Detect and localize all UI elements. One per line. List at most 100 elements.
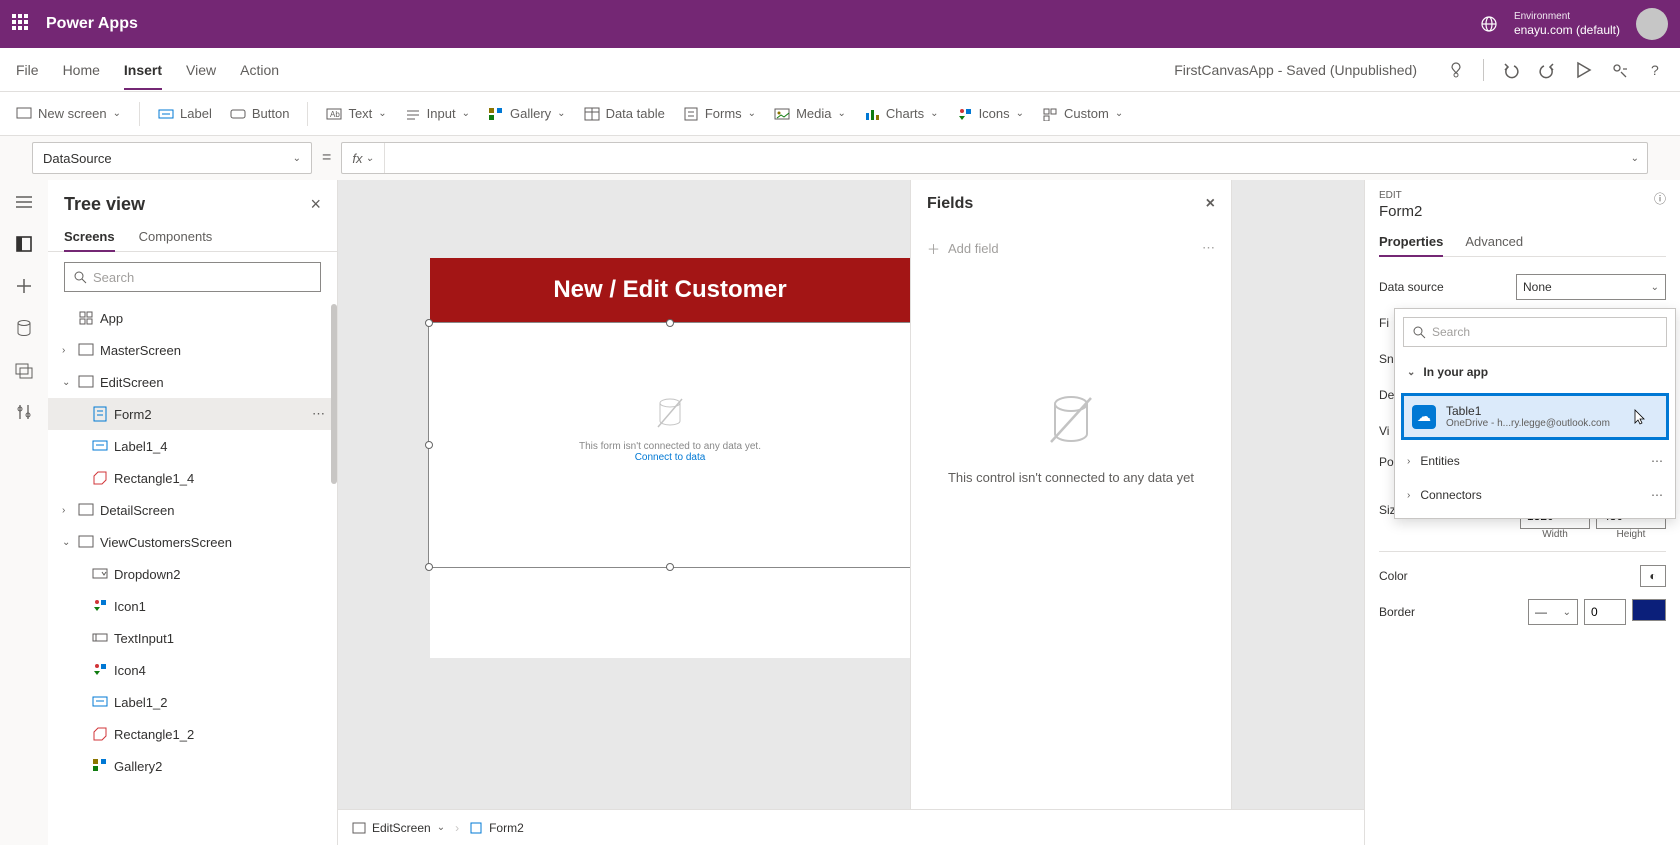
ds-section-connectors[interactable]: ›Connectors⋯ [1395,478,1675,512]
properties-panel: ⓘ EDIT Form2 Properties Advanced Data so… [1364,180,1680,845]
help-icon[interactable]: ⓘ [1654,190,1666,207]
menu-insert[interactable]: Insert [124,62,162,90]
form-connect-link[interactable]: Connect to data [429,452,911,463]
app-checker-icon[interactable] [1447,61,1465,79]
tab-components[interactable]: Components [139,223,213,251]
border-style-select[interactable]: —⌄ [1528,599,1578,625]
redo-icon[interactable] [1538,61,1556,79]
close-icon[interactable]: × [310,194,321,215]
tree-title: Tree view [64,194,310,215]
environment-name: enayu.com (default) [1514,23,1620,37]
ribbon-icons[interactable]: Icons⌄ [957,106,1024,121]
avatar[interactable] [1636,8,1668,40]
tree-item-rectangle1_4[interactable]: Rectangle1_4 [48,462,337,494]
ribbon-charts[interactable]: Charts⌄ [864,106,939,121]
tree-item-detailscreen[interactable]: ›DetailScreen [48,494,337,526]
play-icon[interactable] [1574,61,1592,79]
ribbon-data-table[interactable]: Data table [584,106,665,121]
tree-item-icon4[interactable]: Icon4 [48,654,337,686]
fx-label: fx⌄ [342,143,385,173]
tab-advanced[interactable]: Advanced [1465,228,1523,256]
border-width-input[interactable] [1584,599,1626,625]
data-icon[interactable] [14,318,34,338]
ribbon-input[interactable]: Input⌄ [405,106,470,121]
tree-item-form2[interactable]: Form2⋯ [48,398,337,430]
svg-text:Ab: Ab [330,110,340,119]
tree-item-gallery2[interactable]: Gallery2 [48,750,337,782]
formula-expand-icon[interactable]: ⌄ [1631,153,1639,164]
breadcrumb-control[interactable]: Form2 [469,821,524,835]
menu-file[interactable]: File [16,62,39,78]
database-empty-icon [650,393,690,433]
form-empty-message: This form isn't connected to any data ye… [429,441,911,452]
ribbon-label[interactable]: Label [158,106,212,121]
undo-icon[interactable] [1502,61,1520,79]
tree-search[interactable]: Search [64,262,321,292]
ds-section-in-your-app[interactable]: ⌄In your app [1395,355,1675,389]
tree-item-viewcustomersscreen[interactable]: ⌄ViewCustomersScreen [48,526,337,558]
ds-item-name: Table1 [1446,404,1610,418]
breadcrumb-screen[interactable]: EditScreen⌄ [352,821,445,835]
menu-action[interactable]: Action [240,62,279,78]
tab-screens[interactable]: Screens [64,223,115,252]
color-picker[interactable]: ◐ [1640,565,1666,587]
help-icon[interactable]: ? [1646,61,1664,79]
ribbon-button[interactable]: Button [230,106,290,121]
tree-item-app[interactable]: App [48,302,337,334]
tree-view-icon[interactable] [14,234,34,254]
tree-item-rectangle1_2[interactable]: Rectangle1_2 [48,718,337,750]
svg-text:?: ? [1651,62,1659,78]
tree-item-textinput1[interactable]: TextInput1 [48,622,337,654]
scrollbar[interactable] [331,304,337,484]
border-color-swatch[interactable] [1632,599,1666,621]
breadcrumb: EditScreen⌄ › Form2 [338,809,1364,845]
more-icon[interactable]: ⋯ [1651,488,1663,502]
more-icon[interactable]: ⋯ [1651,454,1663,468]
ribbon-forms[interactable]: Forms⌄ [683,106,756,121]
tree-item-label1_4[interactable]: Label1_4 [48,430,337,462]
add-field-button[interactable]: ＋ Add field ⋯ [911,228,1231,268]
fields-empty-message: This control isn't connected to any data… [911,470,1231,485]
menu-row: File Home Insert View Action FirstCanvas… [0,48,1680,92]
ds-search[interactable]: Search [1403,317,1667,347]
tree-list: App›MasterScreen⌄EditScreenForm2⋯Label1_… [48,302,337,845]
formula-input[interactable]: fx⌄ ⌄ [341,142,1648,174]
advanced-tools-icon[interactable] [14,402,34,422]
app-save-status: FirstCanvasApp - Saved (Unpublished) [1174,62,1417,78]
tree-search-placeholder: Search [93,270,134,285]
fields-close-icon[interactable]: × [1206,195,1215,213]
ribbon-media[interactable]: Media⌄ [774,106,846,121]
media-rail-icon[interactable] [14,360,34,380]
ds-item-table1[interactable]: ☁ Table1 OneDrive - h...ry.legge@outlook… [1401,393,1669,440]
hamburger-icon[interactable] [14,192,34,212]
tree-item-masterscreen[interactable]: ›MasterScreen [48,334,337,366]
ribbon-new-screen[interactable]: New screen⌄ [16,106,121,121]
ribbon-text[interactable]: AbText⌄ [326,106,386,121]
menu-home[interactable]: Home [63,62,100,78]
data-source-dropdown: Search ⌄In your app ☁ Table1 OneDrive - … [1394,308,1676,519]
tree-item-label1_2[interactable]: Label1_2 [48,686,337,718]
data-source-select[interactable]: None⌄ [1516,274,1666,300]
insert-icon[interactable] [14,276,34,296]
waffle-icon[interactable] [12,14,32,34]
formula-bar: DataSource⌄ = fx⌄ ⌄ [0,136,1680,180]
environment-icon [1480,15,1498,33]
data-source-label: Data source [1379,280,1516,294]
share-icon[interactable] [1610,61,1628,79]
property-selector[interactable]: DataSource⌄ [32,142,312,174]
ds-section-entities[interactable]: ›Entities⋯ [1395,444,1675,478]
canvas-screen: New / Edit Customer This form isn't conn… [430,258,910,658]
tree-item-dropdown2[interactable]: Dropdown2 [48,558,337,590]
equals-icon: = [322,149,331,167]
form-selection[interactable]: This form isn't connected to any data ye… [428,322,912,568]
properties-edit-label: EDIT [1379,190,1666,201]
ribbon-custom[interactable]: Custom⌄ [1042,106,1123,121]
tree-item-icon1[interactable]: Icon1 [48,590,337,622]
tree-item-editscreen[interactable]: ⌄EditScreen [48,366,337,398]
ribbon-gallery[interactable]: Gallery⌄ [488,106,566,121]
menu-view[interactable]: View [186,62,216,78]
environment-block[interactable]: Environment enayu.com (default) [1514,11,1620,37]
tab-properties[interactable]: Properties [1379,228,1443,257]
more-icon[interactable]: ⋯ [1202,240,1215,256]
environment-label: Environment [1514,11,1620,23]
